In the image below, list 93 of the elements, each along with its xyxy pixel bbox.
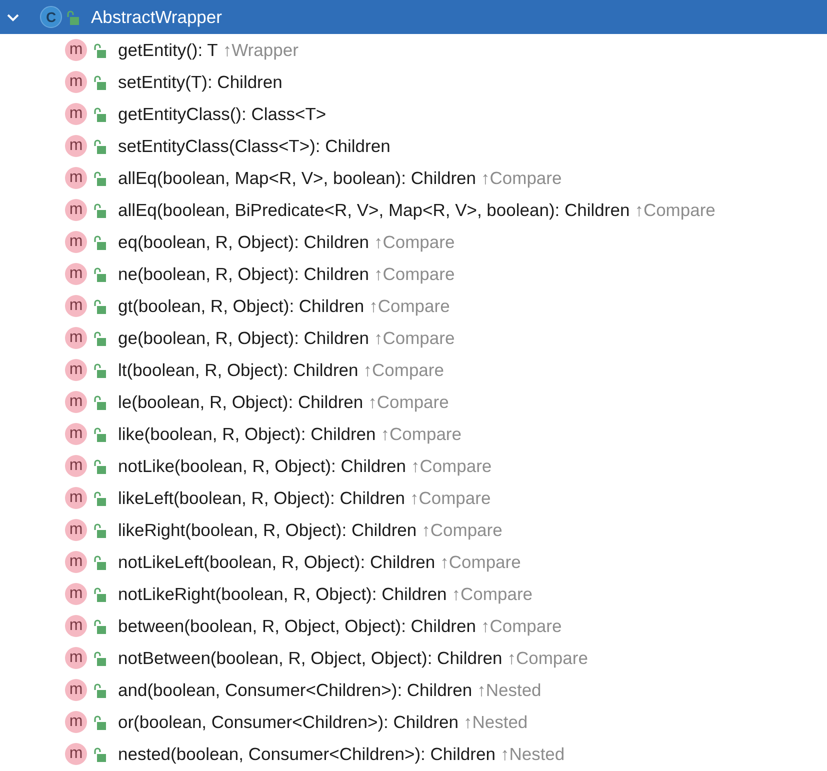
unlocked-padlock-icon [93, 202, 106, 218]
method-icon: m [65, 263, 87, 285]
unlocked-padlock-icon [93, 554, 106, 570]
inherited-from: ↑Nested [500, 744, 565, 764]
unlocked-padlock-icon [93, 170, 106, 186]
inherited-from: ↑Compare [369, 296, 450, 316]
method-icon: m [65, 71, 87, 93]
method-icon: m [65, 647, 87, 669]
method-icon: m [65, 679, 87, 701]
method-icon: m [65, 423, 87, 445]
inherited-from: ↑Compare [422, 520, 502, 540]
unlocked-padlock-icon [93, 426, 106, 442]
class-icon: C [40, 6, 62, 28]
unlocked-padlock-icon [93, 522, 106, 538]
method-icon: m [65, 103, 87, 125]
inherited-from: ↑Compare [507, 648, 588, 668]
method-signature[interactable]: notLikeRight(boolean, R, Object): Children [118, 584, 447, 604]
method-icon: m [65, 135, 87, 157]
method-signature[interactable]: like(boolean, R, Object): Children [118, 424, 376, 444]
inherited-from: ↑Compare [634, 200, 716, 220]
unlocked-padlock-icon [93, 490, 106, 506]
unlocked-padlock-icon [93, 650, 106, 666]
unlocked-padlock-icon [93, 586, 106, 602]
method-signature[interactable]: eq(boolean, R, Object): Children [118, 232, 369, 252]
method-signature[interactable]: notLike(boolean, R, Object): Children [118, 456, 406, 476]
unlocked-padlock-icon [93, 106, 106, 122]
inherited-from: ↑Compare [480, 616, 562, 636]
class-node-row[interactable]: C AbstractWrapper [0, 0, 827, 34]
method-icon: m [65, 231, 87, 253]
method-signature[interactable]: and(boolean, Consumer<Children>): Children [118, 680, 472, 700]
method-signature[interactable]: notBetween(boolean, R, Object, Object): Children [118, 648, 502, 668]
unlocked-padlock-icon [93, 394, 106, 410]
method-icon: m [65, 743, 87, 765]
method-icon: m [65, 295, 87, 317]
unlocked-padlock-icon [93, 42, 106, 58]
unlocked-padlock-icon [93, 746, 106, 762]
inherited-from: ↑Compare [363, 360, 444, 380]
method-signature[interactable]: ne(boolean, R, Object): Children [118, 264, 369, 284]
method-icon: m [65, 615, 87, 637]
unlocked-padlock-icon [93, 74, 106, 90]
unlocked-padlock-icon [66, 10, 79, 24]
method-icon: m [65, 39, 87, 61]
method-icon: m [65, 327, 87, 349]
method-signature[interactable]: setEntityClass(Class<T>): Children [118, 136, 390, 156]
unlocked-padlock-icon [93, 682, 106, 698]
method-signature[interactable]: setEntity(T): Children [118, 72, 282, 92]
class-name: AbstractWrapper [91, 6, 222, 28]
method-icon: m [65, 711, 87, 733]
method-signature[interactable]: allEq(boolean, Map<R, V>, boolean): Children [118, 168, 476, 188]
inherited-from: ↑Compare [481, 168, 562, 188]
inherited-from: ↑Nested [463, 712, 528, 732]
method-signature[interactable]: likeRight(boolean, R, Object): Children [118, 520, 417, 540]
method-signature[interactable]: between(boolean, R, Object, Object): Children [118, 616, 476, 636]
method-icon: m [65, 455, 87, 477]
inherited-from: ↑Compare [410, 488, 491, 508]
method-icon: m [65, 487, 87, 509]
inherited-from: ↑Wrapper [222, 40, 298, 60]
method-signature[interactable]: likeLeft(boolean, R, Object): Children [118, 488, 405, 508]
unlocked-padlock-icon [93, 138, 106, 154]
inherited-from: ↑Compare [452, 584, 533, 604]
inherited-from: ↑Nested [477, 680, 542, 700]
inherited-from: ↑Compare [440, 552, 521, 572]
method-signature[interactable]: getEntityClass(): Class<T> [118, 104, 326, 124]
method-signature[interactable]: ge(boolean, R, Object): Children [118, 328, 369, 348]
method-signature[interactable]: getEntity(): T [118, 40, 218, 60]
method-icon: m [65, 391, 87, 413]
method-signature[interactable]: nested(boolean, Consumer<Children>): Children [118, 744, 496, 764]
method-signature[interactable]: le(boolean, R, Object): Children [118, 392, 364, 412]
unlocked-padlock-icon [93, 234, 106, 250]
unlocked-padlock-icon [93, 714, 106, 730]
inherited-from: ↑Compare [374, 232, 455, 252]
unlocked-padlock-icon [93, 298, 106, 314]
inherited-from: ↑Compare [410, 456, 492, 476]
method-icon: m [65, 583, 87, 605]
unlocked-padlock-icon [93, 362, 106, 378]
method-icon: m [65, 167, 87, 189]
method-signature[interactable]: allEq(boolean, BiPredicate<R, V>, Map<R, V>, boolean): Children [118, 200, 630, 220]
method-icon: m [65, 359, 87, 381]
inherited-from: ↑Compare [368, 392, 449, 412]
method-icon: m [65, 519, 87, 541]
inherited-from: ↑Compare [374, 328, 455, 348]
method-icon: m [65, 199, 87, 221]
method-signature[interactable]: lt(boolean, R, Object): Children [118, 360, 358, 380]
unlocked-padlock-icon [93, 266, 106, 282]
unlocked-padlock-icon [93, 458, 106, 474]
unlocked-padlock-icon [93, 330, 106, 346]
inherited-from: ↑Compare [374, 264, 455, 284]
method-signature[interactable]: or(boolean, Consumer<Children>): Children [118, 712, 458, 732]
method-icon: m [65, 551, 87, 573]
unlocked-padlock-icon [93, 618, 106, 634]
method-signature[interactable]: gt(boolean, R, Object): Children [118, 296, 364, 316]
inherited-from: ↑Compare [380, 424, 462, 444]
method-signature[interactable]: notLikeLeft(boolean, R, Object): Children [118, 552, 436, 572]
